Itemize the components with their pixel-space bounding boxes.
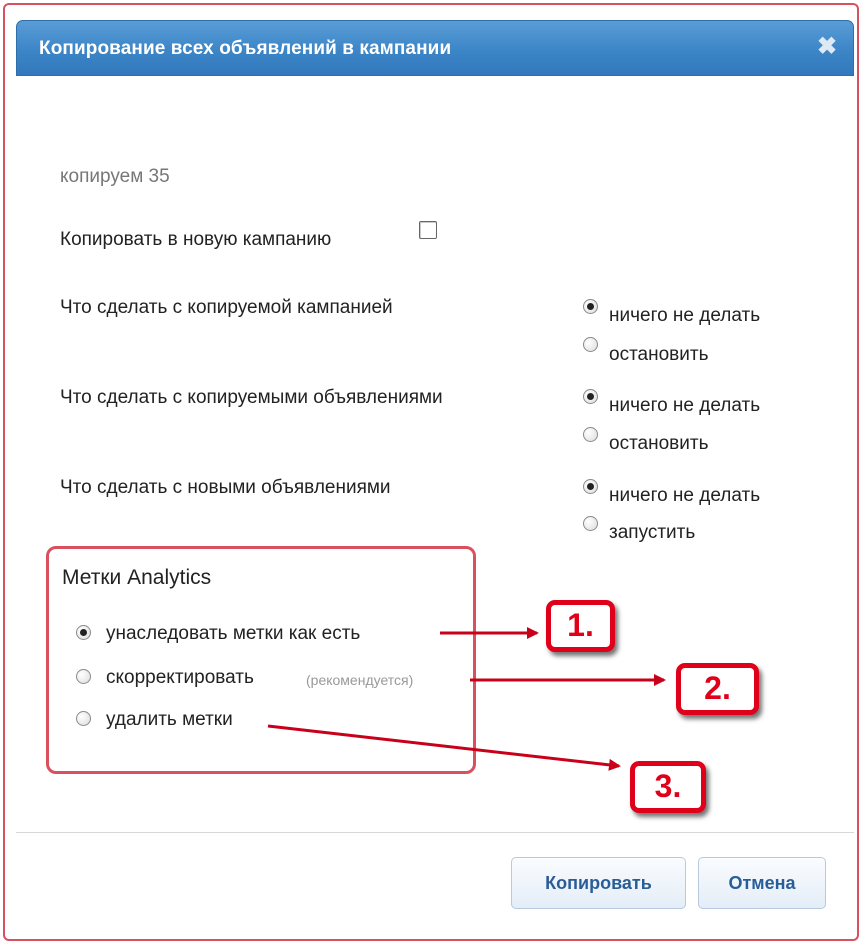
annotation-arrows [267, 627, 666, 771]
footer-divider [16, 832, 854, 833]
copy-button[interactable]: Копировать [511, 857, 686, 909]
annotation-badge-2: 2. [676, 663, 759, 715]
arrow-3 [267, 724, 621, 771]
annotation-badge-1: 1. [546, 600, 615, 652]
cancel-button[interactable]: Отмена [698, 857, 826, 909]
annotation-badge-3: 3. [630, 761, 706, 813]
